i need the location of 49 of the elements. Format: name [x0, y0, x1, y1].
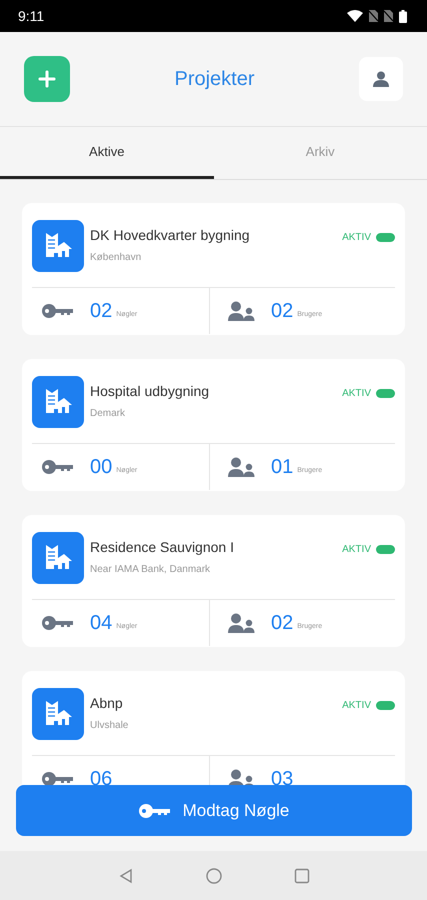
no-sim-icon [369, 10, 378, 22]
project-card[interactable]: Abnp Ulvshale AKTIV 06 03 [22, 671, 405, 785]
person-icon [372, 70, 390, 88]
users-icon [228, 769, 255, 785]
users-icon [228, 613, 255, 633]
tab[interactable]: Aktive [0, 127, 214, 179]
home-icon[interactable] [206, 868, 222, 884]
user-count: 01 [271, 456, 294, 478]
user-count: 03 [271, 768, 294, 785]
users-icon [228, 301, 255, 321]
user-count: 02 [271, 300, 294, 322]
users-icon [228, 457, 255, 477]
project-name: Abnp [90, 695, 124, 711]
project-name: Residence Sauvignon I [90, 539, 235, 555]
key-count: 06 [90, 768, 112, 785]
key-icon [42, 616, 74, 630]
back-icon[interactable] [118, 868, 134, 884]
key-icon [138, 804, 171, 818]
project-name: Hospital udbygning [90, 383, 210, 399]
project-location: Ulvshale [90, 720, 130, 731]
battery-icon [399, 10, 407, 22]
recents-icon[interactable] [294, 868, 310, 884]
receive-key-button[interactable]: Modtag Nøgle [16, 785, 412, 836]
project-location: Near IAMA Bank, Danmark [90, 564, 212, 575]
status-label: AKTIV [342, 544, 371, 555]
status-label: AKTIV [342, 388, 371, 399]
project-location: København [90, 252, 142, 263]
user-count: 02 [271, 612, 294, 634]
key-icon [42, 460, 74, 474]
profile-button[interactable] [359, 57, 403, 101]
wifi-icon [347, 10, 363, 22]
page-title: Projekter [174, 68, 255, 90]
key-count: 00 [90, 456, 112, 478]
key-icon [42, 304, 74, 318]
building-icon [32, 376, 84, 428]
key-icon [42, 772, 74, 785]
plus-icon [38, 70, 56, 88]
no-sim-icon [384, 10, 393, 22]
building-icon [32, 532, 84, 584]
project-name: DK Hovedkvarter bygning [90, 227, 251, 243]
key-count: 02 [90, 300, 112, 322]
add-button[interactable] [24, 56, 70, 102]
status-label: AKTIV [342, 232, 371, 243]
building-icon [32, 688, 84, 740]
key-count: 04 [90, 612, 112, 634]
status-time: 9:11 [18, 8, 44, 24]
building-icon [32, 220, 84, 272]
project-location: Demark [90, 408, 126, 419]
status-label: AKTIV [342, 700, 371, 711]
